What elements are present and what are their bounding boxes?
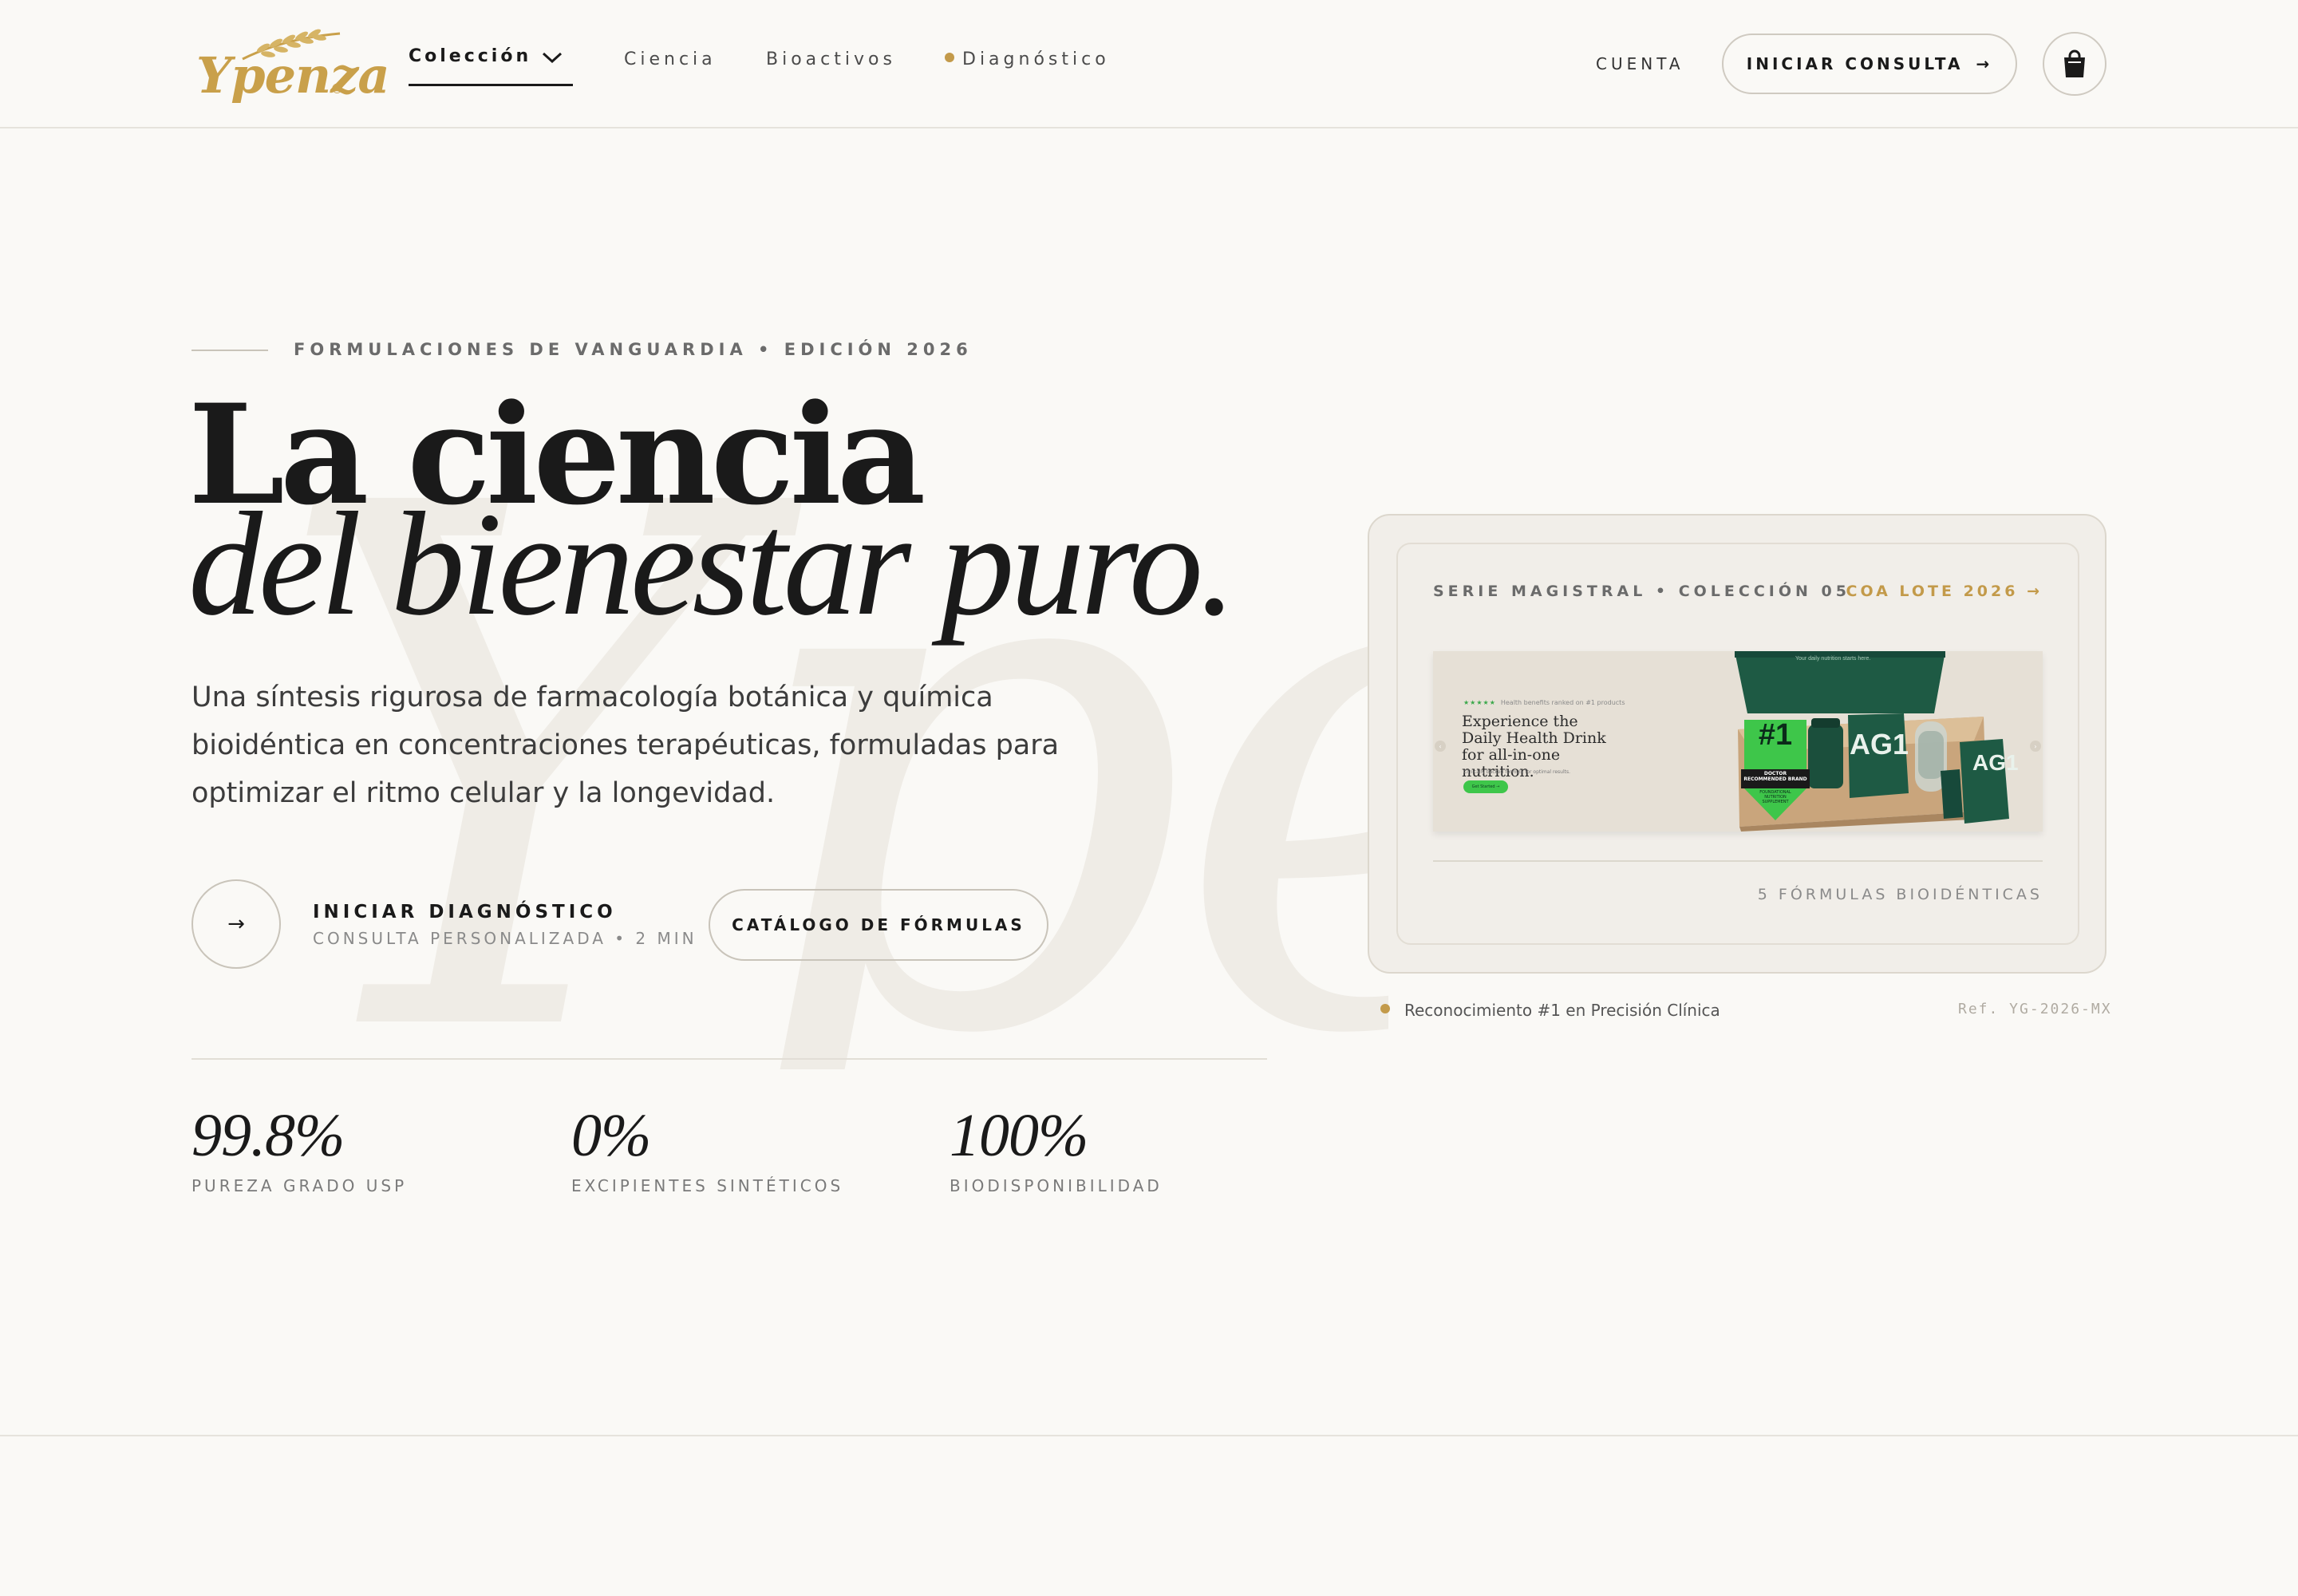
start-diagnosis-label[interactable]: INICIAR DIAGNÓSTICO (313, 902, 617, 922)
cart-button[interactable] (2043, 32, 2106, 96)
rating-note: Health benefits ranked on #1 products (1500, 699, 1625, 706)
coa-link[interactable]: COA LOTE 2026 → (1846, 583, 2043, 600)
brand-logo[interactable]: Ypenza ® (192, 24, 390, 105)
recognition-text: Reconocimiento #1 en Precisión Clínica (1404, 1001, 1720, 1020)
stat-value-excipients: 0% (571, 1102, 651, 1169)
nav-item-coleccion[interactable]: Colección (409, 46, 573, 86)
start-diagnosis-sublabel: CONSULTA PERSONALIZADA • 2 MIN (313, 929, 697, 948)
collection-card-inner: SERIE MAGISTRAL • COLECCIÓN 05 COA LOTE … (1396, 543, 2079, 945)
box-lid-text: Your daily nutrition starts here. (1795, 656, 1871, 662)
stat-value-bioavailability: 100% (950, 1102, 1088, 1169)
stat-value-purity: 99.8% (192, 1102, 345, 1169)
account-link[interactable]: CUENTA (1596, 54, 1684, 73)
formula-count: 5 FÓRMULAS BIOIDÉNTICAS (1757, 886, 2043, 903)
hero-description: Una síntesis rigurosa de farmacología bo… (192, 681, 1060, 809)
hero-title-line2: del bienestar puro. (188, 482, 1236, 646)
status-dot (945, 53, 954, 62)
badge-subtitle: FOUNDATIONAL NUTRITION SUPPLEMENT (1759, 790, 1791, 804)
card-series-label: SERIE MAGISTRAL • COLECCIÓN 05 (1433, 583, 1850, 600)
chevron-down-icon (543, 52, 563, 64)
nav-item-label: Colección (409, 46, 532, 66)
product-logo-small: AG1 (1972, 750, 2019, 775)
brand-wordmark: Ypenza (196, 46, 390, 105)
arrow-right-icon: → (1976, 54, 1993, 73)
badge-rank: #1 (1758, 718, 1793, 752)
collection-card: SERIE MAGISTRAL • COLECCIÓN 05 COA LOTE … (1368, 514, 2106, 974)
nav-item-label: Diagnóstico (962, 49, 1110, 69)
section-divider (0, 1435, 2298, 1436)
rating-stars: ★★★★★ Health benefits ranked on #1 produc… (1463, 699, 1625, 706)
stars-glyphs: ★★★★★ (1463, 699, 1496, 706)
banner-subtext: Clinically backed formula for optimal re… (1463, 769, 1571, 775)
site-header: Ypenza ® Colección Ciencia Bioactivos Di… (0, 0, 2298, 128)
card-divider (1433, 860, 2043, 862)
product-logo: AG1 (1850, 728, 1909, 760)
badge-title: DOCTOR RECOMMENDED BRAND (1743, 771, 1807, 782)
stat-label-purity: PUREZA GRADO USP (192, 1176, 408, 1195)
arrow-right-icon: → (227, 912, 245, 936)
formula-catalog-button[interactable]: CATÁLOGO DE FÓRMULAS (709, 889, 1048, 961)
nav-item-bioactivos[interactable]: Bioactivos (766, 49, 896, 69)
shopping-bag-icon (2064, 49, 2085, 77)
carousel-prev-icon[interactable]: ‹ (1435, 741, 1446, 752)
hero-eyebrow: FORMULACIONES DE VANGUARDIA • EDICIÓN 20… (294, 340, 973, 359)
registered-mark: ® (330, 81, 344, 97)
stat-label-bioavailability: BIODISPONIBILIDAD (950, 1176, 1163, 1195)
doctor-recommended-badge: #1 DOCTOR RECOMMENDED BRAND FOUNDATIONAL… (1741, 718, 1810, 820)
banner-cta-button: Get Started → (1463, 780, 1508, 793)
start-diagnosis-button[interactable]: → (192, 879, 281, 969)
product-banner-image[interactable]: ‹ › ★★★★★ Health benefits ranked on #1 pr… (1433, 651, 2043, 832)
button-label: INICIAR CONSULTA (1746, 54, 1964, 73)
stat-label-excipients: EXCIPIENTES SINTÉTICOS (571, 1176, 844, 1195)
stats-divider (192, 1058, 1267, 1060)
recognition-dot (1380, 1004, 1390, 1013)
nav-item-ciencia[interactable]: Ciencia (624, 49, 717, 69)
nav-item-diagnostico[interactable]: Diagnóstico (945, 49, 1110, 69)
eyebrow-divider (192, 350, 268, 351)
start-consultation-button[interactable]: INICIAR CONSULTA → (1722, 34, 2017, 94)
reference-code: Ref. YG-2026-MX (1958, 1001, 2112, 1017)
